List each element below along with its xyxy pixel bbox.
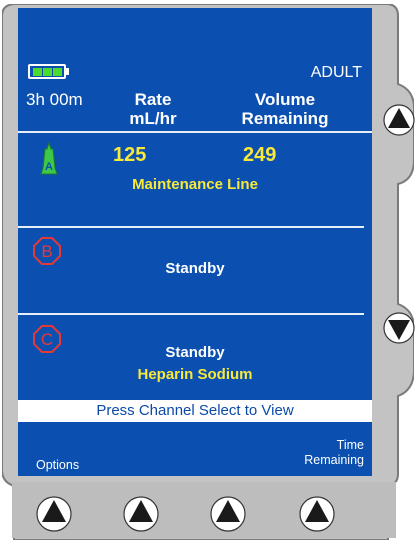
battery-tip <box>66 68 69 75</box>
channel-a-icon: A <box>40 142 58 175</box>
channel-a-divider <box>18 226 364 228</box>
pump-display: ADULT 3h 00m Rate mL/hr Volume Remaining… <box>18 8 372 476</box>
rate-header: Rate mL/hr <box>129 90 177 128</box>
svg-text:B: B <box>41 242 52 261</box>
scroll-up-button[interactable] <box>382 100 416 140</box>
channel-c-drug: Heparin Sodium <box>137 366 253 383</box>
instruction-banner: Press Channel Select to View <box>18 400 372 422</box>
softkey-4-button[interactable] <box>297 494 337 534</box>
channel-c-status: Standby <box>165 344 225 361</box>
battery-icon <box>28 64 66 79</box>
patient-profile: ADULT <box>310 64 362 81</box>
softkey-label-time-remaining: Time Remaining <box>304 438 364 467</box>
scroll-down-button[interactable] <box>382 308 416 348</box>
softkey-2-button[interactable] <box>121 494 161 534</box>
channel-b-status: Standby <box>165 260 225 277</box>
battery-time-remaining: 3h 00m <box>26 90 83 109</box>
channel-b-divider <box>18 313 364 315</box>
svg-text:A: A <box>45 161 53 173</box>
header-divider <box>18 131 372 133</box>
softkey-3-button[interactable] <box>208 494 248 534</box>
channel-a-volume: 249 <box>243 144 277 166</box>
channel-a-rate: 125 <box>113 144 147 166</box>
volume-remaining-header: Volume Remaining <box>241 90 329 128</box>
softkey-label-options: Options <box>36 458 80 472</box>
channel-a-status: Maintenance Line <box>132 176 258 193</box>
softkey-1-button[interactable] <box>34 494 74 534</box>
